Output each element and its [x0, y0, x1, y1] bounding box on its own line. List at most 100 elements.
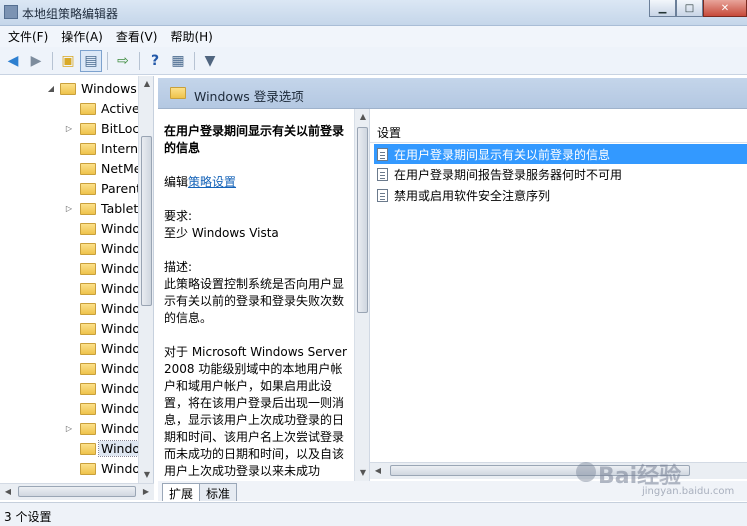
tree-vertical-scrollbar[interactable]: ▲ ▼: [138, 76, 153, 483]
folder-icon: [80, 243, 96, 255]
tree-item-label: Windo: [101, 421, 138, 436]
up-folder-icon: ▣: [61, 52, 75, 69]
forward-button[interactable]: ▶: [25, 50, 47, 72]
tree-item[interactable]: ▷ Tablet: [0, 199, 138, 219]
scroll-down-icon[interactable]: ▼: [355, 465, 369, 481]
tree-item[interactable]: ▷ BitLoc: [0, 119, 138, 139]
folder-icon: [80, 263, 96, 275]
tree-item[interactable]: Windo: [0, 379, 138, 399]
scroll-left-icon[interactable]: ◀: [0, 484, 16, 500]
tree-item[interactable]: Windo: [0, 259, 138, 279]
tree-item[interactable]: Windo: [0, 319, 138, 339]
back-button[interactable]: ◀: [2, 50, 24, 72]
description-scrollbar[interactable]: ▲ ▼: [354, 109, 369, 481]
tree-item[interactable]: Windo: [0, 359, 138, 379]
paw-icon: [576, 462, 596, 482]
tree-horizontal-scrollbar[interactable]: ◀ ▶: [0, 483, 154, 500]
show-hide-tree-button[interactable]: ▤: [80, 49, 102, 72]
scroll-down-icon[interactable]: ▼: [139, 467, 153, 483]
folder-icon: [80, 163, 96, 175]
folder-icon: [80, 343, 96, 355]
folder-icon: [80, 203, 96, 215]
tree-item[interactable]: Active: [0, 99, 138, 119]
tree-item[interactable]: Windo: [0, 399, 138, 419]
scroll-up-icon[interactable]: ▲: [355, 109, 369, 125]
expand-icon[interactable]: ▷: [64, 204, 74, 214]
tree-item[interactable]: ◢ Windows: [0, 79, 138, 99]
tree-item[interactable]: Windo: [0, 339, 138, 359]
tree-item[interactable]: Intern: [0, 139, 138, 159]
baidu-watermark: Bai经验 jingyan.baidu.com: [572, 458, 744, 502]
folder-icon: [80, 443, 96, 455]
panel-header-title: Windows 登录选项: [194, 89, 304, 104]
menu-help[interactable]: 帮助(H): [165, 28, 217, 45]
folder-icon: [80, 403, 96, 415]
collapse-icon[interactable]: ◢: [46, 84, 56, 94]
tab-standard[interactable]: 标准: [199, 483, 238, 501]
scroll-left-icon[interactable]: ◀: [370, 463, 386, 479]
list-item[interactable]: 禁用或启用软件安全注意序列: [374, 185, 747, 205]
tree-item[interactable]: Windo: [0, 239, 138, 259]
list-item[interactable]: 在用户登录期间报告登录服务器何时不可用: [374, 164, 747, 184]
folder-icon: [80, 223, 96, 235]
requirements-label: 要求:: [164, 209, 193, 223]
properties-icon: ▦: [171, 52, 185, 69]
properties-button[interactable]: ▦: [167, 50, 189, 72]
list-item-label: 禁用或启用软件安全注意序列: [394, 188, 551, 203]
tree-item[interactable]: Windo: [0, 459, 138, 479]
tree-item[interactable]: Windo: [0, 219, 138, 239]
tree-item-label: Windo: [101, 341, 138, 356]
folder-icon: [80, 103, 96, 115]
tree-item-label: Windo: [101, 461, 138, 476]
scroll-thumb[interactable]: [357, 127, 368, 313]
folder-icon: [80, 463, 96, 475]
tree-item[interactable]: Windo: [0, 439, 139, 459]
menu-file[interactable]: 文件(F): [3, 28, 53, 45]
tree-item-label: BitLoc: [101, 121, 138, 136]
scroll-right-icon[interactable]: ▶: [138, 484, 154, 500]
scroll-thumb[interactable]: [141, 136, 152, 306]
menu-action[interactable]: 操作(A): [56, 28, 108, 45]
minimize-icon: ▁: [658, 2, 667, 14]
tree-item-label: Windo: [101, 401, 138, 416]
up-one-level-button[interactable]: ▣: [57, 50, 79, 72]
minimize-button[interactable]: ▁: [649, 0, 676, 17]
tree-item-label: Intern: [101, 141, 138, 156]
column-header-setting[interactable]: 设置: [370, 121, 747, 143]
tree-item[interactable]: Parent: [0, 179, 138, 199]
toolbar: ◀ ▶ ▣ ▤ ⇨ ? ▦ ▼: [0, 47, 747, 75]
help-button[interactable]: ?: [144, 50, 166, 72]
tree-pane: ◢ Windows Active ▷ BitLoc Intern NetMe Parent ▷ T…: [0, 76, 154, 483]
tree-item-label: Windo: [101, 261, 138, 276]
window-controls: ▁ □ ✕: [649, 0, 747, 17]
tree-item[interactable]: ▷ Windo: [0, 419, 138, 439]
maximize-button[interactable]: □: [676, 0, 703, 17]
folder-icon: [60, 83, 76, 95]
folder-icon: [80, 283, 96, 295]
filter-button[interactable]: ▼: [199, 50, 221, 72]
tree-item-label: Windows: [81, 81, 137, 96]
scroll-thumb[interactable]: [18, 486, 136, 497]
expand-icon[interactable]: ▷: [64, 124, 74, 134]
window-title: 本地组策略编辑器: [22, 7, 119, 21]
show-hide-tree-icon: ▤: [84, 52, 98, 69]
expand-icon[interactable]: ▷: [64, 424, 74, 434]
tree-item-label: Tablet: [101, 201, 138, 216]
tab-extended[interactable]: 扩展: [162, 483, 201, 501]
list-item[interactable]: 在用户登录期间显示有关以前登录的信息: [374, 144, 747, 164]
tree-item-label: Windo: [98, 440, 139, 457]
tree-item[interactable]: NetMe: [0, 159, 138, 179]
toolbar-separator: [139, 51, 140, 70]
export-list-icon: ⇨: [117, 52, 129, 69]
export-list-button[interactable]: ⇨: [112, 50, 134, 72]
toolbar-separator: [194, 51, 195, 70]
tree-item[interactable]: Windo: [0, 299, 138, 319]
tree-item[interactable]: Windo: [0, 279, 138, 299]
edit-policy-line: 编辑策略设置: [164, 174, 354, 191]
folder-icon: [80, 183, 96, 195]
scroll-up-icon[interactable]: ▲: [139, 76, 153, 92]
app-icon: [4, 5, 18, 19]
close-button[interactable]: ✕: [703, 0, 747, 17]
menu-view[interactable]: 查看(V): [111, 28, 163, 45]
edit-policy-link[interactable]: 策略设置: [188, 175, 236, 189]
